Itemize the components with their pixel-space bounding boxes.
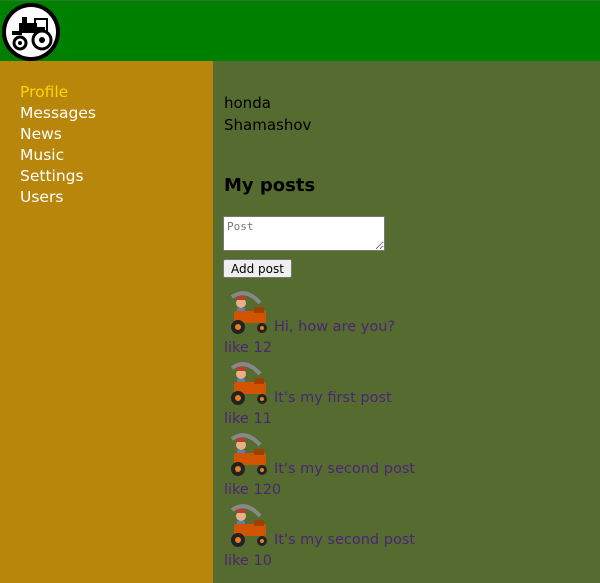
tractor-avatar-icon (230, 362, 267, 405)
nav-item-music[interactable]: Music (20, 145, 64, 166)
nav-item-users[interactable]: Users (20, 187, 63, 208)
post-likes: like 12 (224, 340, 272, 356)
my-posts-title: My posts (224, 175, 316, 196)
post-item: It's my second post like 10 (224, 502, 594, 574)
tractor-avatar-icon (230, 291, 267, 334)
tractor-logo-icon[interactable] (2, 3, 60, 61)
nav-item-news[interactable]: News (20, 124, 62, 145)
tractor-avatar-icon (230, 504, 267, 547)
post-message: It's my second post (274, 461, 416, 477)
post-item: It's my second post like 120 (224, 431, 594, 503)
post-likes: like 10 (224, 553, 272, 569)
profile-last-name: Shamashov (224, 116, 312, 134)
profile-content: honda Shamashov My posts Add post Hi, ho… (213, 61, 600, 583)
add-post-button[interactable]: Add post (223, 259, 292, 278)
post-item: It's my first post like 11 (224, 360, 594, 432)
nav-item-profile[interactable]: Profile (20, 82, 68, 103)
tractor-avatar-icon (230, 433, 267, 476)
post-message: It's my first post (274, 390, 392, 406)
post-likes: like 120 (224, 482, 282, 498)
post-item: Hi, how are you? like 12 (224, 289, 594, 361)
profile-first-name: honda (224, 94, 271, 112)
post-likes: like 11 (224, 411, 272, 427)
post-message: It's my second post (274, 532, 416, 548)
sidebar-nav: Profile Messages News Music Settings Use… (0, 61, 213, 583)
nav-item-settings[interactable]: Settings (20, 166, 84, 187)
post-message: Hi, how are you? (274, 319, 396, 335)
nav-item-messages[interactable]: Messages (20, 103, 96, 124)
new-post-input[interactable] (223, 216, 385, 251)
app-header (0, 0, 600, 61)
